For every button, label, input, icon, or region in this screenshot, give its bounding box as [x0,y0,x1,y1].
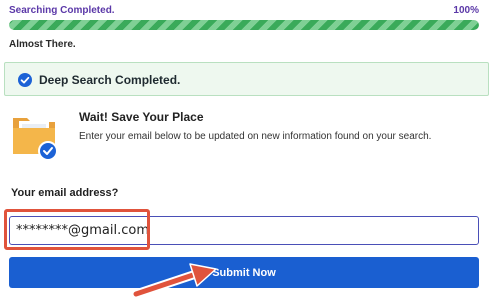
check-circle-icon [18,73,32,87]
annotation-arrow-icon [130,256,220,300]
banner-text: Deep Search Completed. [39,73,181,87]
highlight-annotation [4,209,150,250]
save-place-description: Enter your email below to be updated on … [79,131,432,142]
email-label: Your email address? [11,187,119,199]
progress-header: Searching Completed. 100% [9,5,479,19]
progress-bar [9,20,479,30]
submit-button-label: Submit Now [212,266,276,279]
folder-check-icon [11,112,61,162]
progress-subtitle: Almost There. [9,39,76,50]
progress-title: Searching Completed. [9,5,115,16]
save-place-title: Wait! Save Your Place [79,110,204,124]
progress-bar-fill [9,20,479,30]
submit-button[interactable]: Submit Now [9,257,479,288]
progress-percent: 100% [453,5,479,16]
search-complete-banner: Deep Search Completed. [4,62,489,96]
